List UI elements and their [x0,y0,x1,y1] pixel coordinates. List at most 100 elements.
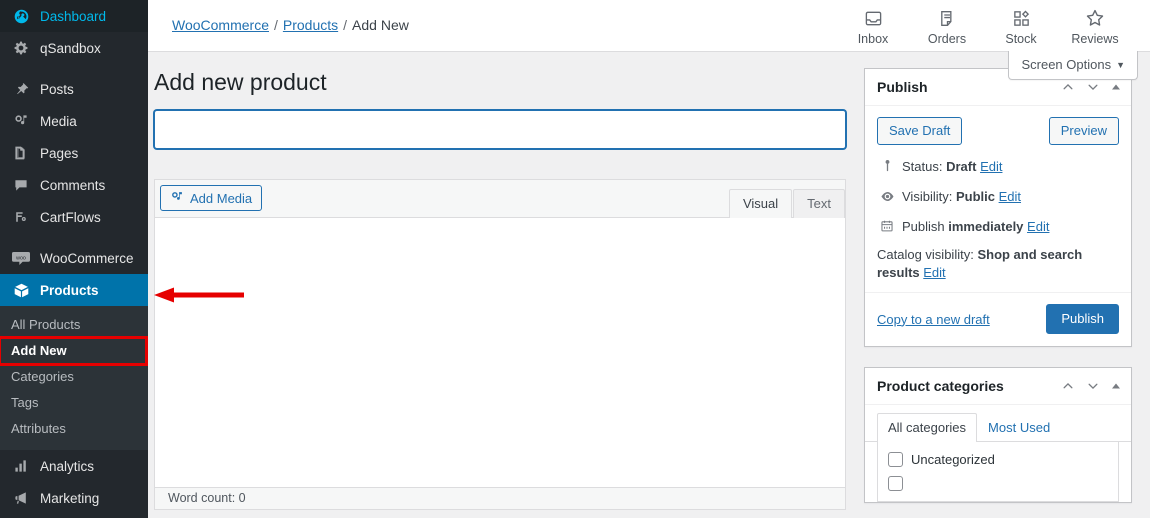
submenu-item-categories[interactable]: Categories [0,364,148,390]
publish-actions: Save Draft Preview [865,106,1131,154]
panel-title: Product categories [877,378,1004,394]
sidebar-item-label: Posts [40,81,74,97]
collapse-toggle-icon[interactable] [1111,82,1121,92]
tab-all-categories[interactable]: All categories [877,413,978,442]
preview-button[interactable]: Preview [1048,117,1119,145]
sidebar-item-analytics[interactable]: Analytics [0,450,148,482]
breadcrumb-products[interactable]: Products [283,17,338,33]
breadcrumb-separator: / [274,17,278,33]
visibility-value: Public [955,189,995,204]
visibility-edit-link[interactable]: Edit [999,189,1021,204]
status-edit-link[interactable]: Edit [980,159,1002,174]
sidebar-item-label: CartFlows [40,209,101,225]
pages-icon [11,143,31,163]
sidebar-column: Publish Save Draft Preview Status: Draft… [846,52,1132,518]
product-title-input[interactable] [154,109,846,149]
inbox-icon [864,6,883,30]
sidebar-item-label: Media [40,113,77,129]
status-label: Status: [902,159,943,174]
submenu-item-all-products[interactable]: All Products [0,312,148,338]
sidebar-item-marketing[interactable]: Marketing [0,482,148,514]
screen-options-button[interactable]: Screen Options ▼ [1008,51,1138,80]
visibility-text: Visibility: Public Edit [902,188,1021,206]
eye-icon [877,188,897,204]
catalog-visibility-row: Catalog visibility: Shop and search resu… [865,244,1131,292]
submenu-item-attributes[interactable]: Attributes [0,416,148,442]
copy-to-new-draft-link[interactable]: Copy to a new draft [877,312,990,327]
editor-body[interactable] [155,216,845,487]
chevron-down-icon: ▼ [1116,60,1125,70]
page-title: Add new product [154,69,327,95]
cartflows-icon [11,207,31,227]
sidebar-item-qsandbox[interactable]: qSandbox [0,32,148,64]
sidebar-divider [0,233,148,242]
panel-actions [1061,379,1121,393]
pin-icon [11,79,31,99]
schedule-text: Publish immediately Edit [902,218,1049,236]
save-draft-button[interactable]: Save Draft [877,117,963,145]
sidebar-item-cartflows[interactable]: CartFlows [0,201,148,233]
add-media-button[interactable]: Add Media [160,185,263,212]
sidebar-item-dashboard[interactable]: Dashboard [0,0,148,32]
move-down-icon[interactable] [1086,379,1100,393]
topnav-reviews[interactable]: Reviews [1058,6,1132,46]
status-text: Status: Draft Edit [902,158,1002,176]
category-checkbox[interactable] [888,476,903,491]
status-row: Status: Draft Edit [865,154,1131,184]
marketing-megaphone-icon [11,488,31,508]
collapse-toggle-icon[interactable] [1111,381,1121,391]
sidebar-item-media[interactable]: Media [0,105,148,137]
breadcrumb-separator: / [343,17,348,33]
publish-button[interactable]: Publish [1046,304,1119,334]
tab-most-used[interactable]: Most Used [977,413,1061,442]
move-up-icon[interactable] [1061,80,1075,94]
move-down-icon[interactable] [1086,80,1100,94]
editor-toolbar: Add Media Visual Text [155,180,845,218]
schedule-label: Publish [902,219,945,234]
tab-visual[interactable]: Visual [728,188,793,218]
sidebar-item-label: qSandbox [40,40,101,56]
panel-actions [1061,80,1121,94]
sidebar-item-pages[interactable]: Pages [0,137,148,169]
sidebar-item-label: Dashboard [40,8,107,24]
media-icon [11,111,31,131]
sidebar-item-posts[interactable]: Posts [0,73,148,105]
sidebar-item-label: Comments [40,177,106,193]
topnav-inbox[interactable]: Inbox [836,6,910,46]
stock-grid-icon [1012,6,1031,30]
publish-footer: Copy to a new draft Publish [865,292,1131,346]
top-nav: Inbox Orders Stock Reviews [836,0,1150,46]
move-up-icon[interactable] [1061,379,1075,393]
list-item[interactable] [888,476,1108,491]
sidebar-item-products[interactable]: Products [0,274,148,306]
catalog-visibility-edit-link[interactable]: Edit [923,265,945,280]
primary-column: Add new product Add Media Visual Text Wo… [148,52,846,518]
content-editor: Add Media Visual Text Word count: 0 [154,178,846,510]
gear-icon [11,38,31,58]
category-list[interactable]: Uncategorized [877,442,1119,502]
sidebar-item-label: WooCommerce [40,250,134,266]
sidebar-item-comments[interactable]: Comments [0,169,148,201]
star-icon [1085,6,1105,30]
dashboard-icon [11,6,31,26]
media-icon [170,190,184,207]
categories-panel-header: Product categories [865,368,1131,405]
submenu-item-tags[interactable]: Tags [0,390,148,416]
main-content: WooCommerce / Products / Add New Inbox Order… [148,0,1150,518]
add-media-label: Add Media [190,190,253,206]
tab-text[interactable]: Text [793,188,845,218]
panel-title: Publish [877,79,928,95]
breadcrumb: WooCommerce / Products / Add New [148,0,409,33]
visibility-row: Visibility: Public Edit [865,184,1131,214]
list-item[interactable]: Uncategorized [888,452,1108,467]
topnav-orders[interactable]: Orders [910,6,984,46]
calendar-icon [877,218,897,233]
sidebar-item-woocommerce[interactable]: woo WooCommerce [0,242,148,274]
schedule-edit-link[interactable]: Edit [1027,219,1049,234]
breadcrumb-woocommerce[interactable]: WooCommerce [172,17,269,33]
sidebar-item-label: Marketing [40,490,100,506]
topnav-stock[interactable]: Stock [984,6,1058,46]
submenu-item-add-new[interactable]: Add New [0,336,148,366]
category-checkbox[interactable] [888,452,903,467]
sidebar-divider [0,64,148,73]
